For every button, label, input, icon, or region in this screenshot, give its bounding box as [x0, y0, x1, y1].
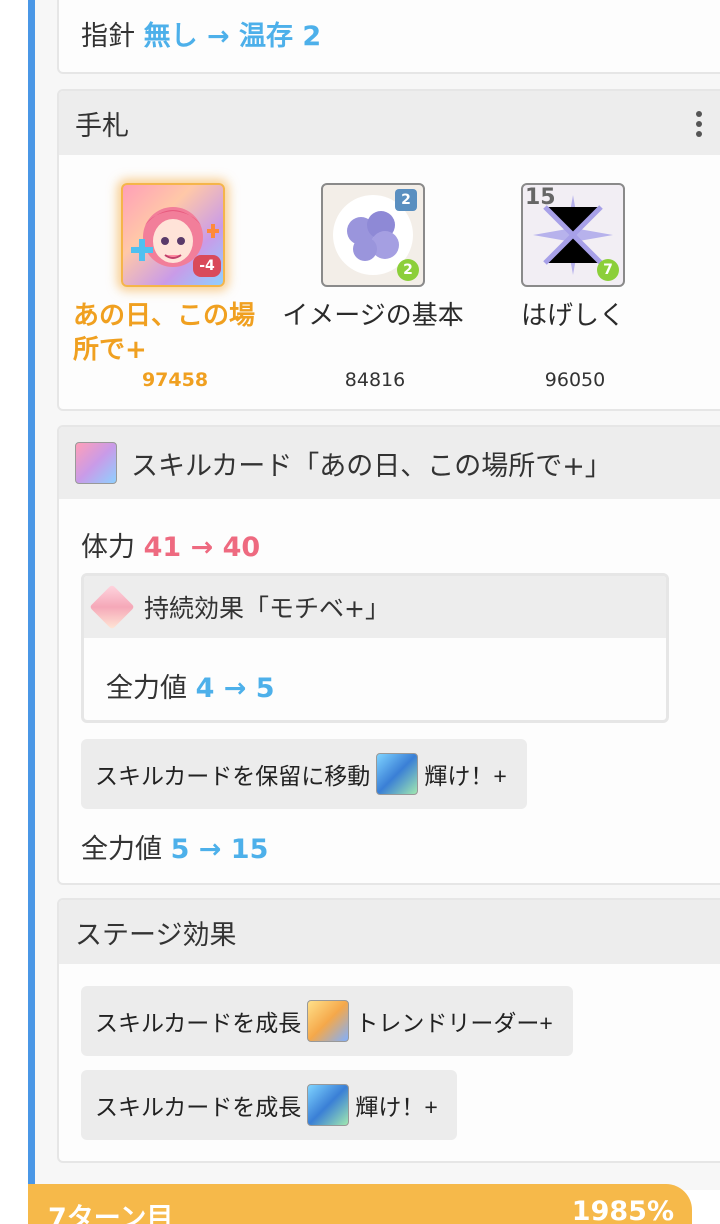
stamina-badge: 2: [397, 259, 419, 281]
policy-change: 無し → 温存 2: [143, 21, 322, 52]
log-content: 指針 無し → 温存 2 手札 -4 あの日、この場所で+ 97458 2 2 …: [35, 0, 720, 1190]
card-name: はげしく: [520, 301, 625, 331]
left-margin: [0, 0, 28, 1224]
hand-card[interactable]: -4 あの日、この場所で+: [73, 183, 273, 367]
card-score: 96050: [544, 369, 606, 391]
hand-card[interactable]: 15 7 はげしく: [473, 183, 673, 333]
skill-card-header: スキルカード「あの日、この場所で+」: [59, 427, 720, 499]
turn-header-bar[interactable]: 7ターン目 1985%: [28, 1184, 692, 1224]
card-thumbnail-icon: [75, 442, 117, 484]
stage-effect-title: ステージ効果: [75, 919, 237, 951]
grow-trend-leader-button[interactable]: スキルカードを成長 トレンドリーダー+: [81, 986, 573, 1056]
hand-header: 手札: [59, 91, 720, 155]
card-art-hageshiku: 15 7: [521, 183, 625, 287]
card-score: 97458: [141, 369, 209, 391]
move-button-card: 輝け！+: [424, 763, 507, 789]
score-percent: 1985%: [571, 1196, 674, 1224]
grow-button-label: スキルカードを成長: [95, 1010, 302, 1036]
hand-card[interactable]: 2 2 イメージの基本: [273, 183, 473, 333]
timeline-rail: [28, 0, 35, 1190]
sparkle-icon: [89, 584, 135, 630]
top-badge: 15: [525, 185, 556, 210]
card-name: あの日、この場所で+: [73, 301, 256, 365]
cost-badge: -4: [193, 255, 221, 277]
sub-effect-header: 持続効果「モチベ+」: [84, 576, 666, 638]
kagayake-card-icon: [307, 1084, 350, 1126]
card-score: 84816: [344, 369, 406, 391]
result-label: 全力値: [81, 834, 162, 865]
more-menu-icon[interactable]: [695, 111, 703, 137]
grow-button-label: スキルカードを成長: [95, 1094, 302, 1120]
grow-button-card: トレンドリーダー+: [355, 1010, 553, 1036]
skill-card-panel: スキルカード「あの日、この場所で+」 体力 41 → 40 持続効果「モチベ+」…: [57, 425, 720, 885]
stamina-badge: 7: [597, 259, 619, 281]
kagayake-card-icon: [376, 753, 419, 795]
hand-panel: 手札 -4 あの日、この場所で+ 97458 2 2 イメージの基本 84816…: [57, 89, 720, 411]
effort-label: 全力値: [106, 673, 187, 704]
card-art-ano-hi: -4: [121, 183, 225, 287]
stage-effect-panel: ステージ効果 スキルカードを成長 トレンドリーダー+ スキルカードを成長 輝け！…: [57, 898, 720, 1163]
hand-title: 手札: [75, 110, 129, 142]
top-badge: 2: [395, 189, 417, 211]
move-to-hold-button[interactable]: スキルカードを保留に移動 輝け！+: [81, 739, 527, 809]
card-name: イメージの基本: [282, 301, 464, 331]
grow-kagayake-button[interactable]: スキルカードを成長 輝け！+: [81, 1070, 457, 1140]
result-change: 5 → 15: [170, 834, 269, 865]
policy-panel: 指針 無し → 温存 2: [57, 0, 720, 74]
stage-effect-header: ステージ効果: [59, 900, 720, 964]
effort-change: 4 → 5: [195, 673, 275, 704]
policy-label: 指針: [81, 21, 135, 52]
stamina-change: 41 → 40: [143, 532, 261, 563]
turn-label: 7ターン目: [48, 1203, 174, 1224]
grow-button-card: 輝け！+: [355, 1094, 438, 1120]
skill-card-title: スキルカード「あの日、この場所で+」: [131, 450, 612, 482]
sub-effect-title: 持続効果「モチベ+」: [144, 594, 390, 623]
trend-leader-card-icon: [307, 1000, 350, 1042]
move-button-label: スキルカードを保留に移動: [95, 763, 371, 789]
card-art-image-kihon: 2 2: [321, 183, 425, 287]
sub-effect-box: 持続効果「モチベ+」 全力値 4 → 5: [81, 573, 669, 723]
stamina-label: 体力: [81, 532, 135, 563]
